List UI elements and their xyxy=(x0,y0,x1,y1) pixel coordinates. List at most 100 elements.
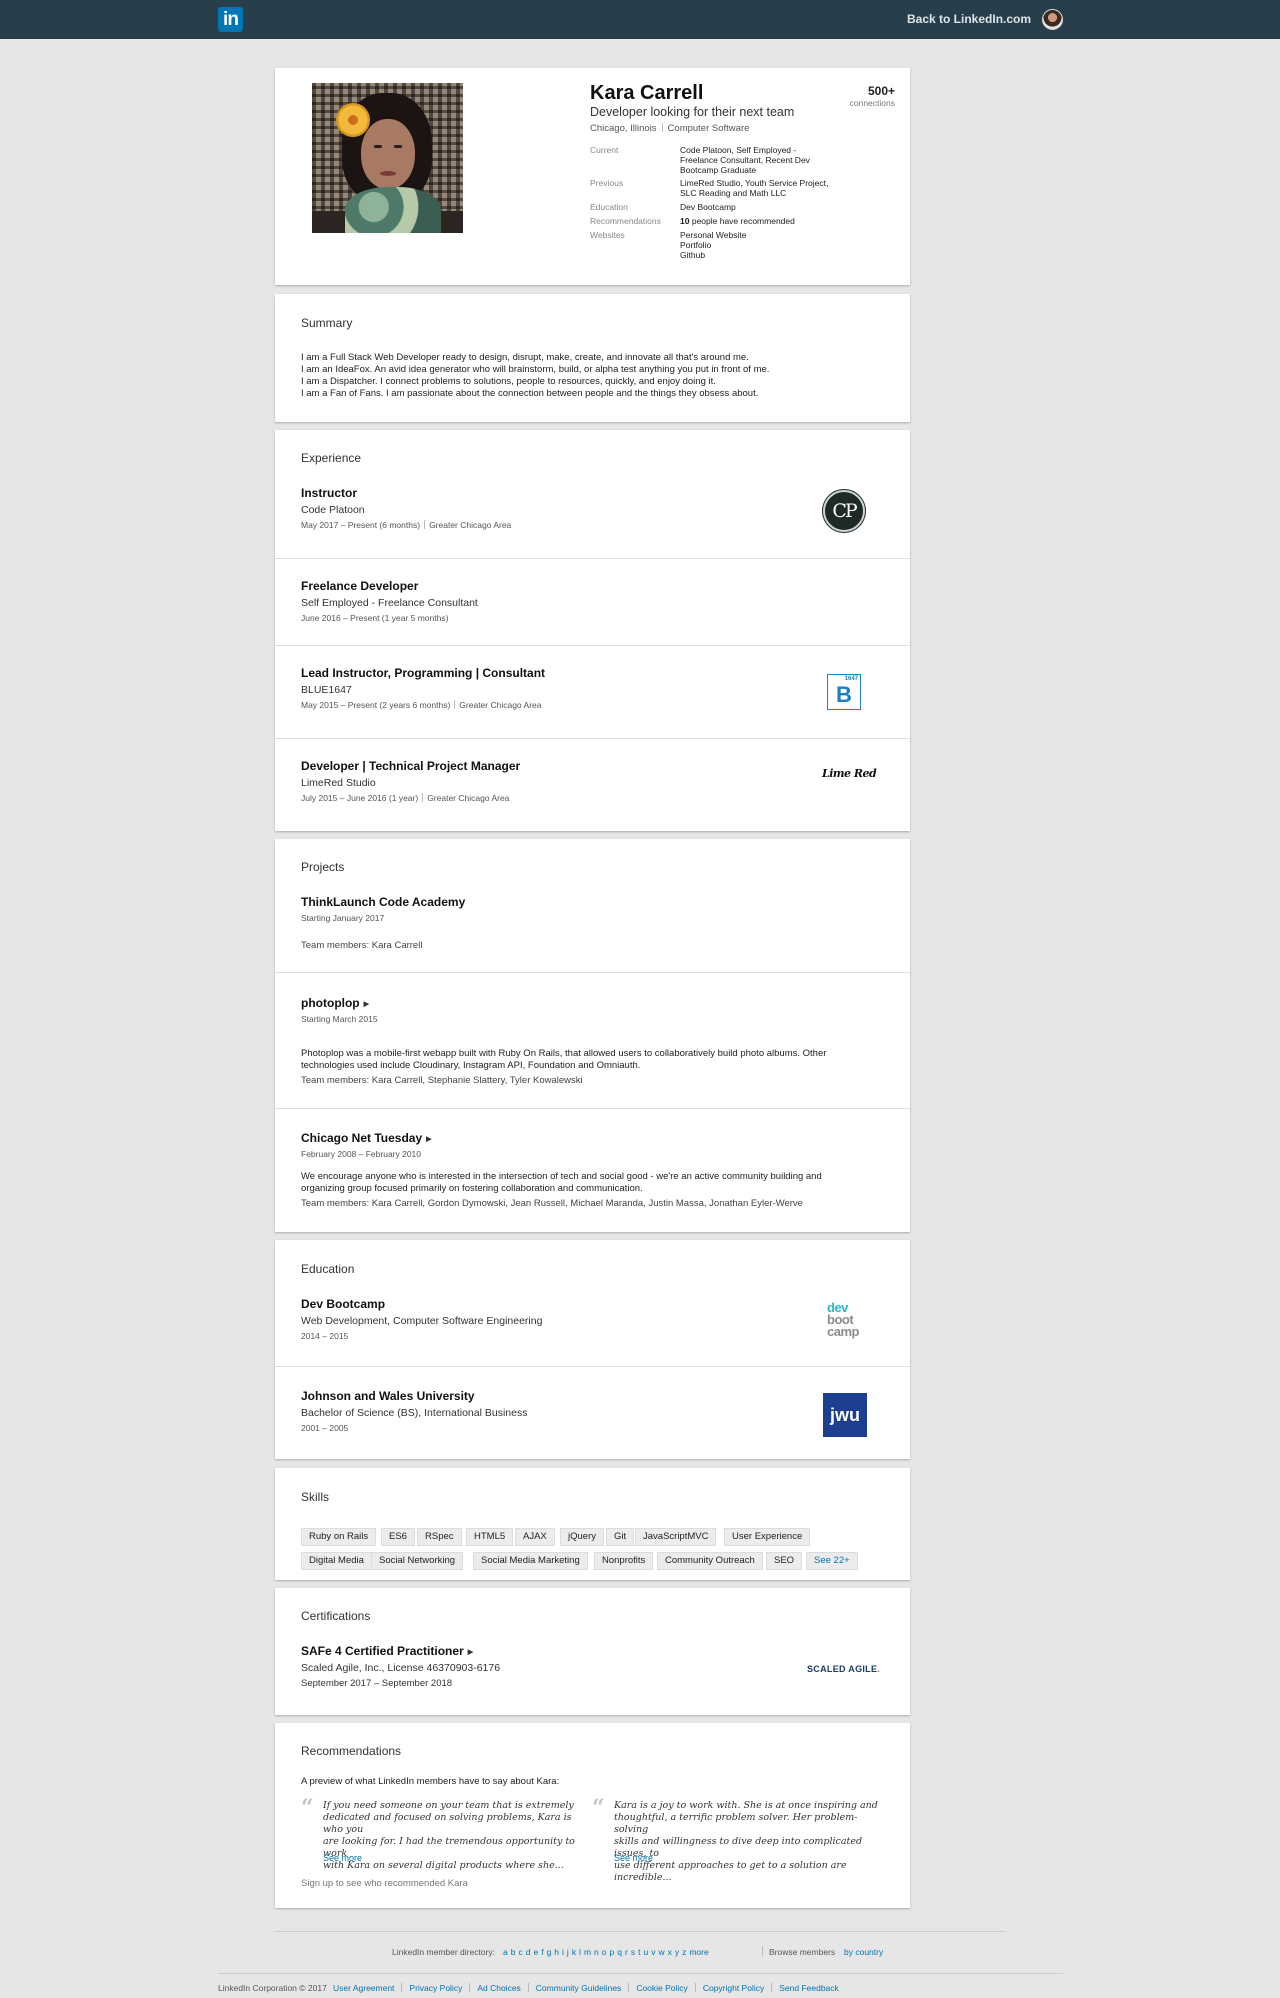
code-platoon-logo[interactable]: CP xyxy=(823,490,865,532)
browse-members-label: Browse members xyxy=(769,1947,836,1957)
directory-letter-link[interactable]: t xyxy=(638,1947,640,1957)
current-value: Code Platoon, Self Employed - Freelance C… xyxy=(680,145,810,175)
skill-tag[interactable]: ES6 xyxy=(381,1528,415,1546)
skill-tag[interactable]: Ruby on Rails xyxy=(301,1528,377,1546)
directory-letter-link[interactable]: p xyxy=(610,1947,615,1957)
experience-company-4[interactable]: LimeRed Studio xyxy=(301,777,376,789)
personal-website-link[interactable]: Personal Website xyxy=(680,230,855,240)
dev-bootcamp-logo[interactable]: dev boot camp xyxy=(827,1301,859,1338)
limered-logo[interactable]: Lime Red xyxy=(822,767,877,780)
footer-divider xyxy=(275,1931,1005,1932)
skill-tag[interactable]: Social Media Marketing xyxy=(473,1552,588,1570)
scaled-agile-logo[interactable]: SCALED AGILE. xyxy=(807,1664,880,1674)
recommendations-intro: A preview of what LinkedIn members have … xyxy=(301,1776,560,1787)
skill-tag[interactable]: Nonprofits xyxy=(594,1552,654,1570)
experience-title-2[interactable]: Freelance Developer xyxy=(301,579,418,593)
skill-tag[interactable]: AJAX xyxy=(515,1528,555,1546)
skill-tag[interactable]: JavaScriptMVC xyxy=(635,1528,717,1546)
linkedin-logo-icon[interactable]: in xyxy=(218,7,243,32)
skill-tag[interactable]: User Experience xyxy=(724,1528,811,1546)
directory-letter-link[interactable]: f xyxy=(541,1947,543,1957)
directory-letter-link[interactable]: e xyxy=(533,1947,538,1957)
directory-letter-link[interactable]: o xyxy=(602,1947,607,1957)
directory-letter-link[interactable]: d xyxy=(526,1947,531,1957)
skill-tag[interactable]: Community Outreach xyxy=(657,1552,763,1570)
directory-letter-link[interactable]: l xyxy=(579,1947,581,1957)
directory-letter-link[interactable]: b xyxy=(511,1947,516,1957)
send-feedback-link[interactable]: Send Feedback xyxy=(779,1983,839,1993)
arrow-right-icon: ▶ xyxy=(467,1649,474,1656)
experience-title-1[interactable]: Instructor xyxy=(301,486,357,500)
skill-tag[interactable]: HTML5 xyxy=(466,1528,514,1546)
directory-letter-link[interactable]: j xyxy=(567,1947,569,1957)
directory-letter-link[interactable]: w xyxy=(658,1947,664,1957)
certification-name[interactable]: SAFe 4 Certified Practitioner ▶ xyxy=(301,1644,473,1658)
directory-more-link[interactable]: more xyxy=(689,1947,708,1957)
education-label: Education xyxy=(590,202,628,212)
experience-title-4[interactable]: Developer | Technical Project Manager xyxy=(301,759,520,773)
directory-letter-link[interactable]: q xyxy=(617,1947,622,1957)
privacy-policy-link[interactable]: Privacy Policy xyxy=(409,1983,462,1993)
user-avatar-icon[interactable] xyxy=(1042,9,1063,30)
ad-choices-link[interactable]: Ad Choices xyxy=(477,1983,520,1993)
signup-link[interactable]: Sign up to see who recommended Kara xyxy=(301,1878,468,1889)
directory-letter-link[interactable]: c xyxy=(518,1947,522,1957)
experience-company-3[interactable]: BLUE1647 xyxy=(301,684,352,696)
github-link[interactable]: Github xyxy=(680,250,855,260)
skill-tag[interactable]: Social Networking xyxy=(371,1552,464,1570)
experience-title: Experience xyxy=(301,451,362,465)
directory-letter-link[interactable]: h xyxy=(554,1947,559,1957)
projects-title: Projects xyxy=(301,860,345,874)
directory-letter-link[interactable]: m xyxy=(584,1947,591,1957)
skill-tag[interactable]: RSpec xyxy=(417,1528,462,1546)
user-agreement-link[interactable]: User Agreement xyxy=(333,1983,394,1993)
copyright-policy-link[interactable]: Copyright Policy xyxy=(703,1983,764,1993)
jwu-logo[interactable]: jwu xyxy=(823,1393,867,1437)
project-dates-3: February 2008 – February 2010 xyxy=(301,1149,422,1159)
directory-letter-link[interactable]: i xyxy=(562,1947,564,1957)
directory-letter-link[interactable]: s xyxy=(631,1947,635,1957)
skill-tag[interactable]: Git xyxy=(606,1528,635,1546)
project-dates-1: Starting January 2017 xyxy=(301,913,385,923)
quote-icon: “ xyxy=(301,1795,314,1821)
experience-company-1[interactable]: Code Platoon xyxy=(301,504,365,516)
directory-letter-link[interactable]: u xyxy=(643,1947,648,1957)
project-title-3[interactable]: Chicago Net Tuesday ▶ xyxy=(301,1131,432,1145)
directory-letter-link[interactable]: k xyxy=(572,1947,576,1957)
cookie-policy-link[interactable]: Cookie Policy xyxy=(636,1983,688,1993)
directory-letter-link[interactable]: v xyxy=(651,1947,655,1957)
school-name-2[interactable]: Johnson and Wales University xyxy=(301,1389,475,1403)
see-more-skills-button[interactable]: See 22+ xyxy=(806,1552,858,1570)
directory-letter-link[interactable]: g xyxy=(547,1947,552,1957)
directory-letter-link[interactable]: r xyxy=(625,1947,628,1957)
skill-tag[interactable]: jQuery xyxy=(560,1528,604,1546)
member-directory-label: LinkedIn member directory: xyxy=(392,1947,495,1957)
back-to-linkedin-link[interactable]: Back to LinkedIn.com xyxy=(907,12,1031,26)
school-name-1[interactable]: Dev Bootcamp xyxy=(301,1297,385,1311)
browse-by-country-link[interactable]: by country xyxy=(844,1947,883,1957)
directory-letter-link[interactable]: x xyxy=(668,1947,672,1957)
directory-letter-link[interactable]: z xyxy=(682,1947,686,1957)
community-guidelines-link[interactable]: Community Guidelines xyxy=(536,1983,622,1993)
project-team-3: Team members: Kara Carrell, Gordon Dymow… xyxy=(301,1198,803,1209)
project-title-1: ThinkLaunch Code Academy xyxy=(301,895,466,909)
see-more-link-2[interactable]: See more xyxy=(614,1853,653,1863)
skills-card: Skills Ruby on Rails ES6 RSpec HTML5 AJA… xyxy=(275,1468,910,1580)
profile-photo xyxy=(312,83,463,233)
arrow-right-icon: ▶ xyxy=(363,1001,370,1008)
experience-title-3[interactable]: Lead Instructor, Programming | Consultan… xyxy=(301,666,545,680)
member-directory-letters: a b c d e f g h i j k l m n o p q r s t u v w x y z more xyxy=(503,1947,712,1957)
skill-tag[interactable]: Digital Media xyxy=(301,1552,372,1570)
project-desc-2: Photoplop was a mobile-first webapp buil… xyxy=(301,1048,827,1071)
skill-tag[interactable]: SEO xyxy=(766,1552,803,1570)
project-title-2[interactable]: photoplop ▶ xyxy=(301,996,369,1010)
directory-letter-link[interactable]: n xyxy=(594,1947,599,1957)
see-more-link-1[interactable]: See more xyxy=(323,1853,362,1863)
directory-letter-link[interactable]: y xyxy=(675,1947,679,1957)
certification-issuer: Scaled Agile, Inc., License 46370903-617… xyxy=(301,1662,501,1674)
blue1647-logo[interactable]: 1647 B xyxy=(827,674,861,710)
portfolio-link[interactable]: Portfolio xyxy=(680,240,855,250)
summary-title: Summary xyxy=(301,316,353,330)
certifications-card: Certifications SAFe 4 Certified Practiti… xyxy=(275,1588,910,1715)
directory-letter-link[interactable]: a xyxy=(503,1947,508,1957)
